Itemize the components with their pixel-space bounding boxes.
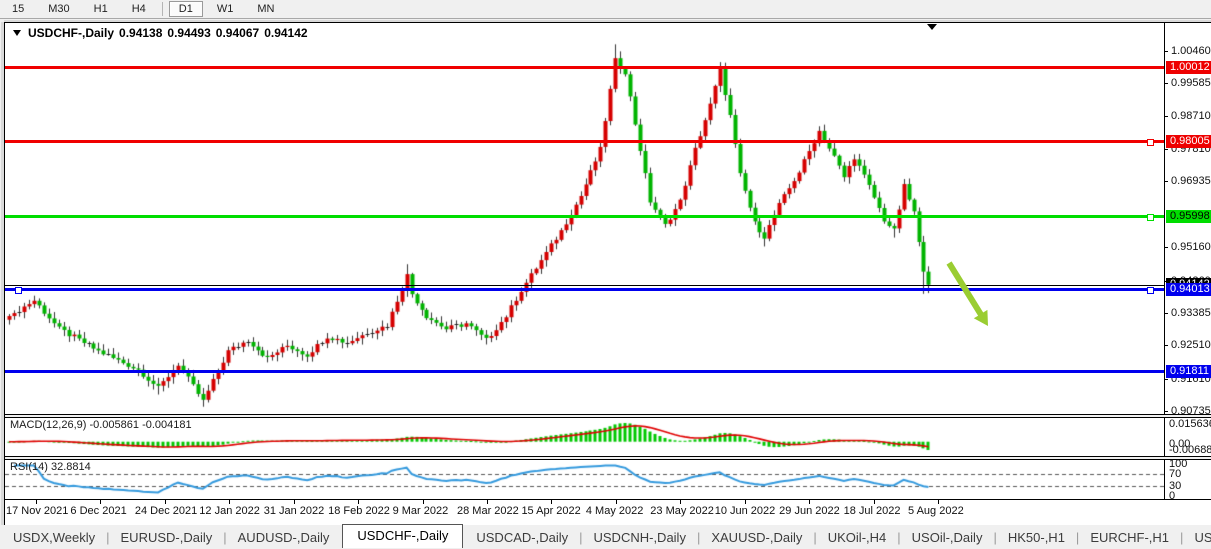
date-label: 15 Apr 2022 [521, 505, 580, 517]
date-label: 17 Nov 2021 [6, 505, 68, 517]
price-badge-0.95998: 0.95998 [1166, 210, 1211, 223]
date-label: 18 Feb 2022 [328, 505, 390, 517]
date-tick-mark [551, 500, 552, 504]
price-tick-mark [1164, 411, 1168, 412]
date-tick-mark [938, 500, 939, 504]
date-tick-mark [680, 500, 681, 504]
date-tick-mark [874, 500, 875, 504]
tab-xauusd-daily[interactable]: XAUUSD-,Daily [698, 528, 815, 547]
date-label: 4 May 2022 [586, 505, 643, 517]
price-tick-label: 1.00460 [1171, 45, 1211, 57]
macd-scale-min: -0.006884 [1169, 444, 1211, 456]
price-tick-mark [1164, 51, 1168, 52]
price-tick-mark [1164, 83, 1168, 84]
price-tick-label: 0.99585 [1171, 77, 1211, 89]
rsi-scale-70: 70 [1169, 468, 1181, 480]
timeframe-toolbar: 15M30 H1H4 D1W1MN [0, 0, 1211, 19]
date-tick-mark [229, 500, 230, 504]
tab-eurusd-daily[interactable]: EURUSD-,Daily [108, 528, 226, 547]
date-label: 29 Jun 2022 [779, 505, 840, 517]
date-label: 31 Jan 2022 [264, 505, 325, 517]
timeframe-button-m30[interactable]: M30 [38, 1, 79, 17]
toolbar-divider [162, 2, 163, 16]
date-label: 12 Jan 2022 [199, 505, 260, 517]
date-label: 9 Mar 2022 [393, 505, 449, 517]
chevron-down-icon[interactable] [13, 30, 21, 36]
date-label: 5 Aug 2022 [908, 505, 964, 517]
tab-usdcnh-daily[interactable]: USDCNH-,Daily [581, 528, 699, 547]
timeframe-button-15[interactable]: 15 [2, 1, 34, 17]
timeframe-button-h4[interactable]: H4 [122, 1, 156, 17]
rsi-canvas[interactable] [5, 460, 1164, 499]
date-tick-mark [100, 500, 101, 504]
ohlc-close: 0.94142 [264, 26, 307, 40]
date-label: 10 Jun 2022 [715, 505, 776, 517]
rsi-pane: RSI(14) 32.8814 10070300 [5, 460, 1211, 499]
price-tick-label: 0.96935 [1171, 175, 1211, 187]
macd-axis-border [1164, 418, 1165, 456]
date-tick-mark [358, 500, 359, 504]
price-badge-0.98005: 0.98005 [1166, 135, 1211, 148]
date-label: 28 Mar 2022 [457, 505, 519, 517]
tab-ukoil-h4[interactable]: UKOil-,H4 [815, 528, 900, 547]
metatrader-app: { "toolbar": { "timeframes": [ {"label":… [0, 0, 1211, 549]
price-badge-0.91811: 0.91811 [1166, 365, 1211, 378]
timeframe-button-d1[interactable]: D1 [169, 1, 203, 17]
chart-symbol-period: USDCHF-,Daily [28, 26, 114, 40]
date-label: 23 May 2022 [650, 505, 714, 517]
tab-usoil-daily[interactable]: USOil-,Daily [899, 528, 996, 547]
rsi-axis-border [1164, 460, 1165, 499]
date-axis: 17 Nov 20216 Dec 2021 24 Dec 202112 Jan 2… [5, 500, 1211, 525]
rsi-scale-0: 0 [1169, 490, 1175, 502]
tab-eurchf-h1[interactable]: EURCHF-,H1 [1077, 528, 1182, 547]
price-tick-mark [1164, 345, 1168, 346]
date-tick-mark [294, 500, 295, 504]
tab-audusd-daily[interactable]: AUDUSD-,Daily [225, 528, 343, 547]
date-tick-mark [36, 500, 37, 504]
tab-usoil-h4[interactable]: USOil-,H4 [1181, 528, 1211, 547]
price-tick-label: 0.93385 [1171, 307, 1211, 319]
price-tick-mark [1164, 379, 1168, 380]
macd-label: MACD(12,26,9) -0.005861 -0.004181 [10, 419, 192, 431]
price-tick-label: 0.90735 [1171, 405, 1211, 417]
price-tick-mark [1164, 181, 1168, 182]
tab-usdcad-daily[interactable]: USDCAD-,Daily [463, 528, 581, 547]
macd-pane: MACD(12,26,9) -0.005861 -0.004181 0.0156… [5, 418, 1211, 456]
ohlc-high: 0.94493 [167, 26, 210, 40]
price-tick-label: 0.98710 [1171, 110, 1211, 122]
price-tick-label: 0.95160 [1171, 241, 1211, 253]
tab-hk50-h1[interactable]: HK50-,H1 [995, 528, 1078, 547]
date-label: 6 Dec 2021 [70, 505, 126, 517]
ohlc-low: 0.94067 [216, 26, 259, 40]
chart-title: USDCHF-,Daily 0.94138 0.94493 0.94067 0.… [13, 26, 308, 40]
price-axis-border [1164, 23, 1165, 414]
price-chart-pane: USDCHF-,Daily 0.94138 0.94493 0.94067 0.… [5, 23, 1211, 414]
price-badge-1.00012: 1.00012 [1166, 61, 1211, 74]
down-arrow-annotation[interactable] [5, 23, 1164, 414]
chart-window: USDCHF-,Daily 0.94138 0.94493 0.94067 0.… [4, 22, 1211, 527]
macd-scale-max: 0.015636 [1169, 418, 1211, 430]
date-tick-mark [809, 500, 810, 504]
date-tick-mark [487, 500, 488, 504]
ohlc-open: 0.94138 [119, 26, 162, 40]
price-badge-0.94013: 0.94013 [1166, 283, 1211, 296]
price-tick-mark [1164, 247, 1168, 248]
timeframe-button-h1[interactable]: H1 [84, 1, 118, 17]
price-tick-mark [1164, 313, 1168, 314]
date-label: 18 Jul 2022 [844, 505, 901, 517]
price-tick-mark [1164, 116, 1168, 117]
date-tick-mark [423, 500, 424, 504]
timeframe-button-mn[interactable]: MN [247, 1, 284, 17]
tab-usdchf-daily[interactable]: USDCHF-,Daily [342, 524, 463, 548]
price-tick-mark [1164, 149, 1168, 150]
date-tick-mark [165, 500, 166, 504]
chart-tab-bar: USDX,Weekly|EURUSD-,Daily|AUDUSD-,DailyU… [0, 525, 1211, 549]
date-tick-mark [616, 500, 617, 504]
tab-usdx-weekly[interactable]: USDX,Weekly [0, 528, 108, 547]
date-tick-mark [745, 500, 746, 504]
date-label: 24 Dec 2021 [135, 505, 197, 517]
timeframe-button-w1[interactable]: W1 [207, 1, 244, 17]
price-tick-label: 0.92510 [1171, 339, 1211, 351]
rsi-label: RSI(14) 32.8814 [10, 461, 91, 473]
